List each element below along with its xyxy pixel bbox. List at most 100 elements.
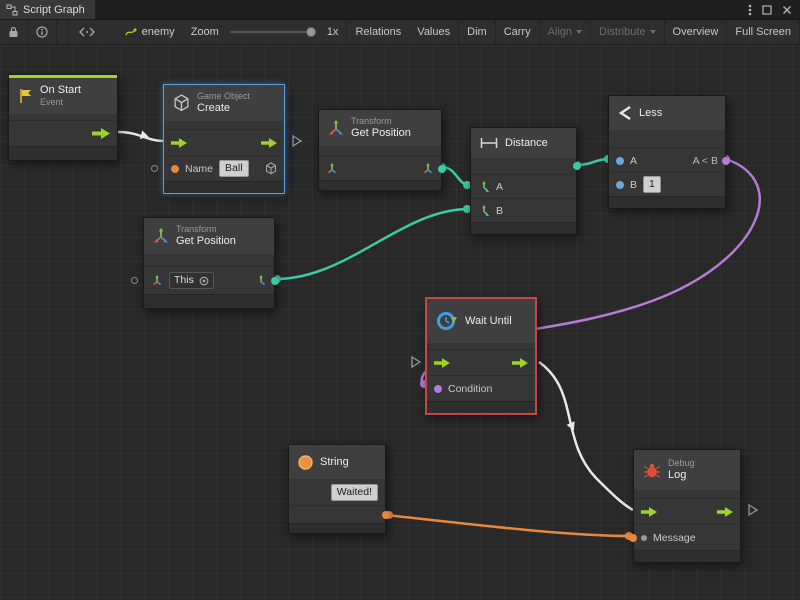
chevron-down-icon: [650, 30, 656, 34]
vector-output-port[interactable]: [422, 163, 434, 175]
distribute-label: Distribute: [599, 26, 645, 38]
node-subtitle: Event: [40, 97, 81, 108]
less-input-a-port[interactable]: [616, 157, 624, 165]
message-input-port[interactable]: [641, 535, 647, 541]
zoom-slider[interactable]: [230, 27, 316, 37]
node-header: String: [289, 445, 385, 479]
flow-input-port[interactable]: [434, 358, 450, 368]
game-object-picker-icon[interactable]: [265, 162, 277, 175]
name-input-port[interactable]: [171, 165, 179, 173]
target-object-field[interactable]: This: [169, 272, 214, 289]
node-header: Less: [609, 96, 725, 130]
unconnected-port-indicator: [131, 277, 138, 284]
graph-breadcrumb[interactable]: enemy: [117, 20, 183, 44]
less-output-port[interactable]: [722, 157, 730, 165]
position-output-port[interactable]: [438, 165, 446, 173]
node-less[interactable]: Less A A < B B 1: [608, 95, 726, 209]
graph-toolbar: enemy Zoom 1x Relations Values Dim Carry…: [0, 20, 800, 45]
message-wire-end: [629, 534, 637, 542]
b-value-field[interactable]: 1: [643, 176, 661, 193]
flow-output-port[interactable]: [92, 128, 110, 139]
node-footer: [9, 146, 117, 160]
flag-icon: [18, 88, 33, 104]
cube-icon: [173, 94, 190, 112]
node-category: Transform: [176, 224, 236, 235]
node-footer: [634, 550, 740, 562]
distribute-button[interactable]: Distribute: [591, 20, 664, 44]
node-title: Distance: [505, 137, 548, 150]
chevron-down-icon: [576, 30, 582, 34]
align-button[interactable]: Align: [540, 20, 591, 44]
output-label: A < B: [693, 155, 718, 167]
graph-icon: [125, 27, 137, 37]
dim-button[interactable]: Dim: [459, 20, 496, 44]
node-on-start-event[interactable]: On Start Event: [8, 74, 118, 161]
input-b-label: B: [630, 179, 637, 191]
node-title: Log: [668, 469, 695, 482]
node-category: Game Object: [197, 91, 250, 102]
window-controls: [748, 0, 800, 19]
carry-button[interactable]: Carry: [496, 20, 540, 44]
values-button[interactable]: Values: [409, 20, 459, 44]
transform-input-port[interactable]: [151, 275, 163, 287]
node-header: Debug Log: [634, 450, 740, 490]
menu-icon[interactable]: [748, 4, 752, 16]
object-picker-icon[interactable]: [199, 276, 209, 286]
node-debug-log[interactable]: Debug Log Message: [633, 449, 741, 563]
flow-output-port[interactable]: [512, 358, 528, 368]
node-header: Transform Get Position: [319, 110, 441, 146]
condition-input-port[interactable]: [434, 385, 442, 393]
overview-button[interactable]: Overview: [665, 20, 728, 44]
node-wait-until[interactable]: Wait Until Condition: [425, 297, 537, 415]
node-header: On Start Event: [9, 78, 117, 114]
collapse-sidebars-button[interactable]: [68, 20, 107, 44]
tab-script-graph[interactable]: Script Graph: [0, 0, 95, 19]
unconnected-port-indicator: [151, 165, 158, 172]
node-header: Game Object Create: [164, 85, 284, 121]
node-category: Transform: [351, 116, 411, 127]
transform-icon: [153, 228, 169, 244]
vector-output-port[interactable]: [255, 275, 267, 287]
node-get-position-bottom[interactable]: Transform Get Position This: [143, 217, 275, 309]
less-input-b-port[interactable]: [616, 181, 624, 189]
node-string-literal[interactable]: String Waited!: [288, 444, 386, 534]
window-title: Script Graph: [23, 4, 85, 16]
inspect-button[interactable]: [28, 20, 57, 44]
node-footer: [164, 181, 284, 193]
string-value-field[interactable]: Waited!: [331, 484, 378, 501]
message-label: Message: [653, 532, 696, 544]
maximize-icon[interactable]: [762, 5, 772, 15]
lock-icon: [8, 26, 19, 38]
name-value-field[interactable]: Ball: [219, 160, 249, 177]
graph-name: enemy: [142, 26, 175, 38]
flow-input-port[interactable]: [641, 507, 657, 517]
input-a-label: A: [630, 155, 637, 167]
distance-output-port[interactable]: [573, 162, 581, 170]
zoom-slider-handle[interactable]: [306, 27, 316, 37]
transform-input-port[interactable]: [326, 163, 338, 175]
node-footer: [144, 294, 274, 308]
node-get-position-top[interactable]: Transform Get Position: [318, 109, 442, 191]
window-titlebar: Script Graph: [0, 0, 800, 20]
script-graph-icon: [6, 4, 18, 16]
flow-input-port[interactable]: [171, 138, 187, 148]
node-title: Less: [639, 107, 662, 120]
close-icon[interactable]: [782, 5, 792, 15]
name-port-label: Name: [185, 163, 213, 175]
node-title: Get Position: [176, 235, 236, 248]
node-distance[interactable]: Distance A B: [470, 127, 577, 235]
node-title: On Start: [40, 84, 81, 97]
node-title: Wait Until: [465, 315, 512, 328]
position-output-port[interactable]: [271, 277, 279, 285]
transform-icon: [328, 120, 344, 136]
full-screen-button[interactable]: Full Screen: [727, 20, 800, 44]
lock-button[interactable]: [0, 20, 28, 44]
flow-output-port[interactable]: [717, 507, 733, 517]
node-create-game-object[interactable]: Game Object Create Name Ball: [163, 84, 285, 194]
string-icon: [298, 455, 313, 470]
flow-output-port[interactable]: [261, 138, 277, 148]
node-footer: [289, 523, 385, 533]
relations-button[interactable]: Relations: [346, 20, 409, 44]
string-output-port[interactable]: [382, 511, 390, 519]
node-footer: [319, 180, 441, 190]
